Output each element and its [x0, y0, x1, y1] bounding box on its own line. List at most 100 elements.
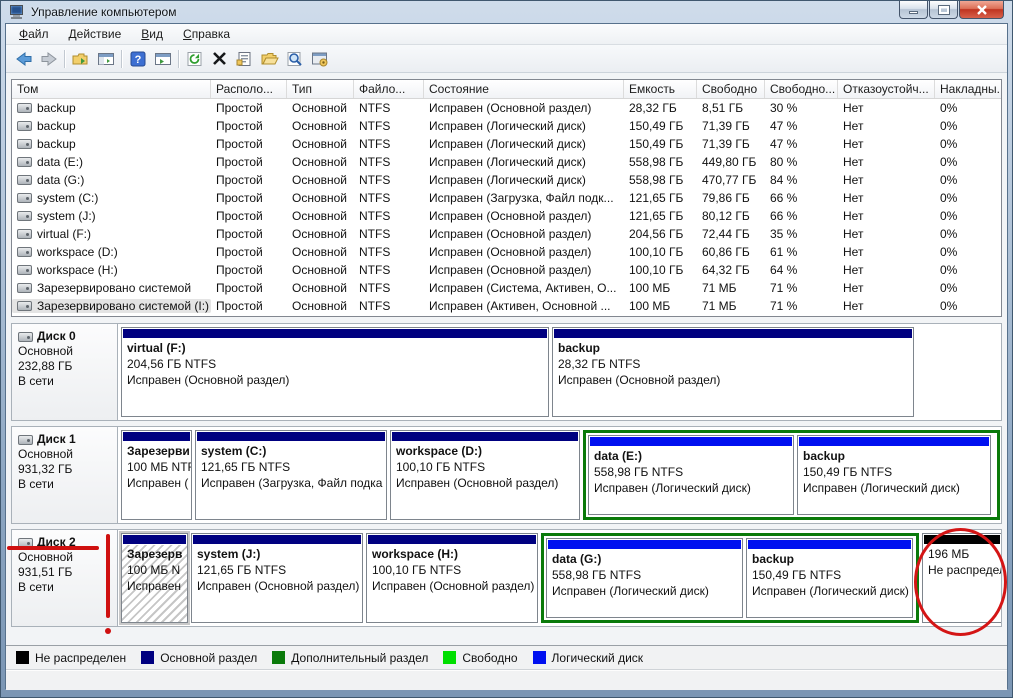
search-button[interactable]: [282, 47, 307, 70]
volume-name-cell[interactable]: backup: [12, 137, 211, 151]
partition-info: virtual (F:)204,56 ГБ NTFSИсправен (Осно…: [122, 339, 548, 416]
table-row[interactable]: workspace (H:)ПростойОсновнойNTFSИсправе…: [12, 261, 1001, 279]
volume-name-cell[interactable]: workspace (D:): [12, 245, 211, 259]
open-folder-button[interactable]: [257, 47, 282, 70]
volume-name-cell[interactable]: backup: [12, 119, 211, 133]
table-cell: 35 %: [765, 227, 838, 241]
table-cell: Нет: [838, 155, 935, 169]
partition-box[interactable]: backup150,49 ГБ NTFSИсправен (Логический…: [797, 435, 991, 515]
table-cell: Основной: [287, 209, 354, 223]
table-cell: 100 МБ: [624, 281, 697, 295]
column-header[interactable]: Файло...: [354, 80, 424, 98]
help-button[interactable]: ?: [125, 47, 150, 70]
table-row[interactable]: system (J:)ПростойОсновнойNTFSИсправен (…: [12, 207, 1001, 225]
partition-box[interactable]: workspace (D:)100,10 ГБ NTFSИсправен (Ос…: [390, 430, 580, 520]
column-header[interactable]: Свободно...: [765, 80, 838, 98]
maximize-button[interactable]: [929, 1, 958, 19]
refresh-button[interactable]: [182, 47, 207, 70]
column-header[interactable]: Накладны...: [935, 80, 1002, 98]
volume-name-label: workspace (H:): [37, 263, 118, 277]
device-settings-button[interactable]: [307, 47, 332, 70]
table-row[interactable]: backupПростойОсновнойNTFSИсправен (Логич…: [12, 117, 1001, 135]
column-header[interactable]: Тип: [287, 80, 354, 98]
table-cell: Исправен (Загрузка, Файл подк...: [424, 191, 624, 205]
partition-status: Не распределен: [928, 562, 996, 578]
table-cell: 121,65 ГБ: [624, 209, 697, 223]
table-row[interactable]: data (G:)ПростойОсновнойNTFSИсправен (Ло…: [12, 171, 1001, 189]
volume-name-label: workspace (D:): [37, 245, 118, 259]
partition-box[interactable]: backup150,49 ГБ NTFSИсправен (Логический…: [746, 538, 913, 618]
column-header[interactable]: Том: [12, 80, 211, 98]
table-row[interactable]: backupПростойОсновнойNTFSИсправен (Основ…: [12, 99, 1001, 117]
volume-name-cell[interactable]: workspace (H:): [12, 263, 211, 277]
back-button[interactable]: [11, 47, 36, 70]
disk-label-panel[interactable]: Диск 1Основной931,32 ГБВ сети: [12, 427, 118, 523]
delete-button[interactable]: [207, 47, 232, 70]
disk-label-panel[interactable]: Диск 2Основной931,51 ГБВ сети: [12, 530, 118, 626]
column-header[interactable]: Емкость: [624, 80, 697, 98]
volume-name-label: virtual (F:): [37, 227, 91, 241]
column-header[interactable]: Состояние: [424, 80, 624, 98]
forward-button[interactable]: [36, 47, 61, 70]
device-settings-icon: [311, 51, 329, 67]
volume-name-cell[interactable]: backup: [12, 101, 211, 115]
menu-item[interactable]: Справка: [174, 25, 239, 43]
table-row[interactable]: virtual (F:)ПростойОсновнойNTFSИсправен …: [12, 225, 1001, 243]
partition-box[interactable]: data (E:)558,98 ГБ NTFSИсправен (Логичес…: [588, 435, 794, 515]
partition-status: Исправен (Логический диск): [594, 480, 788, 496]
partition-box[interactable]: system (J:)121,65 ГБ NTFSИсправен (Основ…: [191, 533, 363, 623]
table-row[interactable]: backupПростойОсновнойNTFSИсправен (Логич…: [12, 135, 1001, 153]
table-row[interactable]: workspace (D:)ПростойОсновнойNTFSИсправе…: [12, 243, 1001, 261]
forward-icon: [40, 51, 58, 67]
console-tree-button[interactable]: [93, 47, 118, 70]
volume-name-cell[interactable]: Зарезервировано системой: [12, 281, 211, 295]
volume-name-cell[interactable]: data (E:): [12, 155, 211, 169]
volume-name-label: Зарезервировано системой (I:): [37, 299, 209, 313]
table-cell: NTFS: [354, 137, 424, 151]
partition-box[interactable]: system (C:)121,65 ГБ NTFSИсправен (Загру…: [195, 430, 387, 520]
partition-box[interactable]: Зарезерв100 МБ NИсправен: [121, 533, 188, 623]
partition-box[interactable]: data (G:)558,98 ГБ NTFSИсправен (Логичес…: [546, 538, 743, 618]
table-cell: 0%: [935, 281, 1002, 295]
titlebar[interactable]: Управление компьютером: [1, 1, 1012, 23]
volume-name-cell[interactable]: system (C:): [12, 191, 211, 205]
minimize-button[interactable]: [899, 1, 928, 19]
volume-icon: [17, 265, 32, 275]
disk-label-panel[interactable]: Диск 0Основной232,88 ГБВ сети: [12, 324, 118, 420]
volume-name-cell[interactable]: virtual (F:): [12, 227, 211, 241]
menu-item[interactable]: Действие: [60, 25, 131, 43]
export-list-button[interactable]: [68, 47, 93, 70]
partition-box[interactable]: Зарезерви100 МБ NTFИсправен (: [121, 430, 192, 520]
extended-partition[interactable]: data (G:)558,98 ГБ NTFSИсправен (Логичес…: [541, 533, 919, 623]
close-button[interactable]: [959, 1, 1004, 19]
table-row[interactable]: system (C:)ПростойОсновнойNTFSИсправен (…: [12, 189, 1001, 207]
table-row[interactable]: Зарезервировано системойПростойОсновнойN…: [12, 279, 1001, 297]
table-cell: 204,56 ГБ: [624, 227, 697, 241]
properties-button[interactable]: [232, 47, 257, 70]
column-header[interactable]: Свободно: [697, 80, 765, 98]
table-cell: Простой: [211, 281, 287, 295]
menu-item[interactable]: Файл: [10, 25, 58, 43]
menu-item[interactable]: Вид: [132, 25, 172, 43]
column-header[interactable]: Отказоустойч...: [838, 80, 935, 98]
unallocated-region[interactable]: 196 МБНе распределен: [922, 533, 1001, 623]
partition-box[interactable]: backup28,32 ГБ NTFSИсправен (Основной ра…: [552, 327, 914, 417]
partition-color-strip: [590, 437, 792, 446]
show-window-button[interactable]: [150, 47, 175, 70]
table-row[interactable]: data (E:)ПростойОсновнойNTFSИсправен (Ло…: [12, 153, 1001, 171]
table-cell: NTFS: [354, 263, 424, 277]
table-cell: 28,32 ГБ: [624, 101, 697, 115]
volume-name-cell[interactable]: system (J:): [12, 209, 211, 223]
partition-box[interactable]: virtual (F:)204,56 ГБ NTFSИсправен (Осно…: [121, 327, 549, 417]
volume-icon: [17, 175, 32, 185]
table-row[interactable]: Зарезервировано системой (I:)ПростойОсно…: [12, 297, 1001, 315]
extended-partition[interactable]: data (E:)558,98 ГБ NTFSИсправен (Логичес…: [583, 430, 1000, 520]
table-cell: 0%: [935, 245, 1002, 259]
table-cell: Исправен (Активен, Основной ...: [424, 299, 624, 313]
table-cell: Простой: [211, 263, 287, 277]
volume-name-cell[interactable]: Зарезервировано системой (I:): [12, 299, 211, 313]
column-header[interactable]: Располо...: [211, 80, 287, 98]
partition-box[interactable]: workspace (H:)100,10 ГБ NTFSИсправен (Ос…: [366, 533, 538, 623]
volume-name-cell[interactable]: data (G:): [12, 173, 211, 187]
partition-size: 121,65 ГБ NTFS: [201, 459, 381, 475]
